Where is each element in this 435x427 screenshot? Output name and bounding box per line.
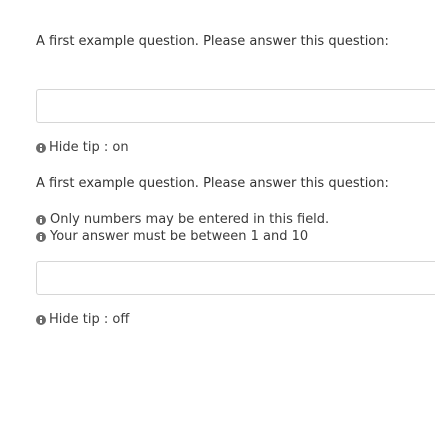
hide-tip-toggle[interactable]: Hide tip : off bbox=[36, 312, 435, 328]
info-icon bbox=[36, 231, 46, 242]
info-icon bbox=[36, 143, 46, 153]
question-text: A first example question. Please answer … bbox=[36, 34, 389, 49]
tip-numbers-only: Only numbers may be entered in this fiel… bbox=[36, 211, 435, 228]
answer-input[interactable] bbox=[36, 89, 435, 123]
answer-input[interactable] bbox=[36, 261, 435, 295]
survey-page: A first example question. Please answer … bbox=[0, 0, 435, 427]
hide-tip-label: Hide tip : off bbox=[49, 312, 130, 327]
hide-tip-label: Hide tip : on bbox=[49, 140, 129, 155]
info-icon bbox=[36, 214, 46, 225]
question-tips: Only numbers may be entered in this fiel… bbox=[36, 211, 435, 245]
tip-text: Only numbers may be entered in this fiel… bbox=[50, 212, 330, 227]
tip-text: Your answer must be between 1 and 10 bbox=[50, 229, 309, 244]
tip-range: Your answer must be between 1 and 10 bbox=[36, 228, 435, 245]
hide-tip-toggle[interactable]: Hide tip : on bbox=[36, 140, 435, 156]
question-1: A first example question. Please answer … bbox=[36, 34, 435, 156]
question-text: A first example question. Please answer … bbox=[36, 176, 389, 191]
info-icon bbox=[36, 315, 46, 325]
question-2: A first example question. Please answer … bbox=[36, 176, 435, 328]
